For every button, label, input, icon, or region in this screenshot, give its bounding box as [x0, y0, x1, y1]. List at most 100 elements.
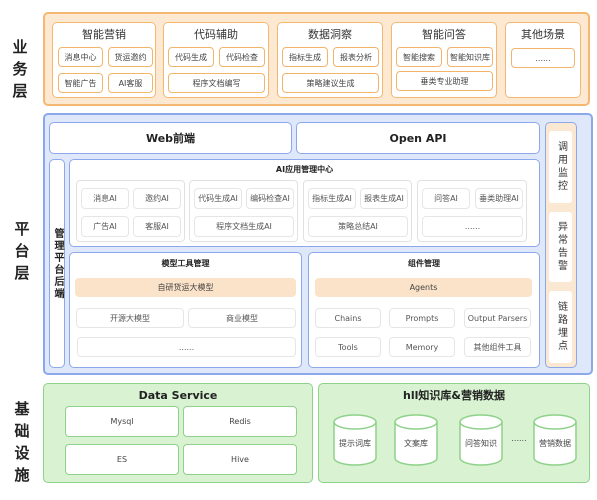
business-item[interactable]: 智能知识库 [447, 47, 493, 67]
knowledge-db-label: 问答知识 [465, 438, 497, 448]
model-item[interactable]: 开源大模型 [76, 308, 184, 328]
business-group-title: 智能问答 [422, 28, 466, 41]
data-service-item[interactable]: Mysql [65, 406, 179, 437]
business-item[interactable]: 策略建议生成 [282, 73, 379, 93]
monitoring-item-label: 调用监控 [555, 141, 567, 193]
model-tools-management: 模型工具管理 自研货运大模型 开源大模型 商业模型 ...... [69, 252, 302, 368]
business-group-code: 代码辅助 代码生成 代码检查 程序文档编写 [163, 22, 269, 98]
data-service-item[interactable]: ES [65, 444, 179, 475]
monitoring-item-alert[interactable]: 异常告警 [549, 212, 572, 282]
ai-app-center-title: AI应用管理中心 [275, 164, 334, 174]
data-service-title: Data Service [138, 388, 218, 402]
business-group-title: 代码辅助 [194, 28, 238, 41]
layer-label-business-text: 业务层 [12, 36, 32, 102]
ai-app-item[interactable]: 指标生成AI [308, 188, 356, 209]
layer-label-char: 基 [14, 400, 30, 418]
data-service-item[interactable]: Hive [183, 444, 297, 475]
model-tools-title: 模型工具管理 [161, 258, 210, 268]
business-item[interactable]: 消息中心 [58, 47, 103, 67]
layer-label-char: 设 [14, 444, 30, 462]
monitoring-item-label: 异常告警 [555, 221, 567, 273]
layer-label-business-char: 业务层 [12, 36, 31, 102]
model-item[interactable]: ...... [77, 337, 296, 357]
layer-label-char: 层 [14, 264, 30, 282]
knowledge-db[interactable]: 提示词库 [333, 414, 377, 470]
knowledge-title: hll知识库&营销数据 [403, 389, 505, 402]
data-service-item[interactable]: Redis [183, 406, 297, 437]
ai-app-item[interactable]: 编码检查AI [246, 188, 294, 209]
business-item[interactable]: 代码生成 [168, 47, 214, 67]
data-service: Data Service Mysql Redis ES Hive [43, 383, 313, 483]
management-backend-label: 管理平台后端 [52, 227, 63, 300]
ai-app-group: 指标生成AI 报表生成AI 策略总结AI [303, 180, 412, 242]
layer-label-infrastructure: 基础设施 [12, 398, 32, 486]
knowledge-db-label: 提示词库 [339, 438, 371, 448]
business-item[interactable]: AI客服 [108, 73, 153, 93]
ai-app-group: 问答AI 垂类助理AI ...... [417, 180, 527, 242]
ai-app-item[interactable]: 程序文档生成AI [194, 216, 294, 237]
knowledge-db[interactable]: 文案库 [394, 414, 438, 470]
ai-app-group: 代码生成AI 编码检查AI 程序文档生成AI [189, 180, 298, 242]
model-item[interactable]: 商业模型 [188, 308, 296, 328]
ai-app-item[interactable]: 垂类助理AI [475, 188, 523, 209]
monitoring-item-trace[interactable]: 链路埋点 [549, 291, 572, 363]
business-item[interactable]: 报表分析 [333, 47, 379, 67]
layer-label-platform: 平台层 [12, 218, 32, 284]
ai-app-item[interactable]: 邀约AI [133, 188, 181, 209]
component-item[interactable]: Prompts [389, 308, 455, 328]
component-item[interactable]: Tools [315, 337, 381, 357]
ai-app-item[interactable]: 报表生成AI [360, 188, 408, 209]
components-title: 组件管理 [408, 258, 440, 268]
monitoring-item-label: 链路埋点 [555, 301, 567, 353]
layer-label-business: 业务层 [12, 36, 32, 106]
ai-app-item[interactable]: 消息AI [81, 188, 129, 209]
business-group-title: 智能营销 [82, 28, 126, 41]
ai-app-item[interactable]: 代码生成AI [194, 188, 242, 209]
business-item[interactable]: 智能搜索 [396, 47, 442, 67]
business-item[interactable]: 垂类专业助理 [396, 71, 493, 91]
business-group-data-insight: 数据洞察 指标生成 报表分析 策略建议生成 [277, 22, 383, 98]
layer-label-char: 台 [14, 242, 30, 260]
component-item[interactable]: Chains [315, 308, 381, 328]
components-highlight[interactable]: Agents [315, 278, 532, 297]
layer-label-char: 础 [14, 422, 30, 440]
ai-app-item[interactable]: ...... [422, 216, 523, 237]
component-item[interactable]: Memory [389, 337, 455, 357]
ai-app-item[interactable]: 广告AI [81, 216, 129, 237]
model-highlight[interactable]: 自研货运大模型 [75, 278, 296, 297]
business-item[interactable]: 货运邀约 [108, 47, 153, 67]
business-item[interactable]: ...... [511, 48, 575, 68]
layer-label-char: 务 [12, 60, 32, 78]
web-frontend[interactable]: Web前端 [49, 122, 292, 154]
open-api[interactable]: Open API [296, 122, 540, 154]
layer-label-infrastructure-text: 基础设施 [12, 398, 32, 486]
business-group-title: 其他场景 [521, 28, 565, 41]
ai-app-item[interactable]: 问答AI [422, 188, 470, 209]
business-group-other: 其他场景 ...... [505, 22, 581, 98]
knowledge-db[interactable]: 问答知识 [459, 414, 503, 470]
knowledge-marketing-data: hll知识库&营销数据 提示词库 文案库 问答知识 ...... 营销数据 [318, 383, 590, 483]
ai-app-center: AI应用管理中心 消息AI 邀约AI 广告AI 客服AI 代码生成AI 编码检查… [69, 159, 540, 247]
monitoring-column: 调用监控 异常告警 链路埋点 [545, 122, 577, 368]
ai-app-item[interactable]: 客服AI [133, 216, 181, 237]
layer-label-char: 施 [14, 466, 30, 484]
business-group-title: 数据洞察 [308, 28, 352, 41]
ai-app-item[interactable]: 策略总结AI [308, 216, 408, 237]
business-item[interactable]: 程序文档编写 [168, 73, 265, 93]
knowledge-db[interactable]: 营销数据 [533, 414, 577, 470]
monitoring-item-call[interactable]: 调用监控 [549, 131, 572, 203]
knowledge-db-label: 文案库 [404, 438, 428, 448]
layer-label-char: 业 [12, 38, 32, 56]
business-item[interactable]: 智能广告 [58, 73, 103, 93]
business-group-marketing: 智能营销 消息中心 货运邀约 智能广告 AI客服 [52, 22, 156, 98]
business-item[interactable]: 指标生成 [282, 47, 328, 67]
ai-app-group: 消息AI 邀约AI 广告AI 客服AI [76, 180, 185, 242]
knowledge-ellipsis: ...... [511, 433, 527, 443]
layer-label-platform-text: 平台层 [12, 218, 32, 284]
management-backend[interactable]: 管理平台后端 [49, 159, 65, 368]
components-management: 组件管理 Agents Chains Prompts Output Parser… [308, 252, 540, 368]
business-item[interactable]: 代码检查 [219, 47, 265, 67]
component-item[interactable]: 其他组件工具 [464, 337, 531, 357]
component-item[interactable]: Output Parsers [464, 308, 531, 328]
layer-label-char: 层 [12, 82, 32, 100]
